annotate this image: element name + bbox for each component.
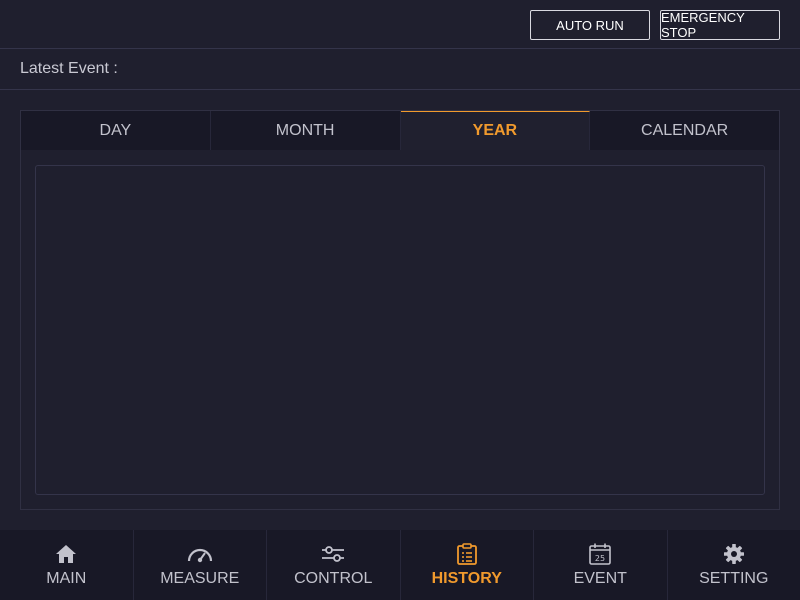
tab-calendar[interactable]: CALENDAR <box>590 111 779 150</box>
gauge-icon <box>187 542 213 566</box>
top-bar: AUTO RUN EMERGENCY STOP <box>0 0 800 49</box>
latest-event-label: Latest Event : <box>20 60 118 77</box>
nav-measure[interactable]: MEASURE <box>134 530 267 600</box>
nav-measure-label: MEASURE <box>160 570 240 587</box>
nav-setting[interactable]: SETTING <box>668 530 800 600</box>
auto-run-button[interactable]: AUTO RUN <box>530 10 650 40</box>
history-panel: DAY MONTH YEAR CALENDAR <box>20 110 780 510</box>
nav-control[interactable]: CONTROL <box>267 530 401 600</box>
gear-icon <box>723 542 745 566</box>
tab-year[interactable]: YEAR <box>400 111 591 150</box>
clipboard-list-icon <box>456 542 478 566</box>
sliders-icon <box>320 542 346 566</box>
period-tabs: DAY MONTH YEAR CALENDAR <box>21 111 779 150</box>
bottom-navigation: MAIN MEASURE CONTROL HISTORY 25 EVENT SE… <box>0 530 800 600</box>
tab-month[interactable]: MONTH <box>211 111 401 150</box>
home-icon <box>55 542 77 566</box>
history-content-area <box>35 165 765 495</box>
tab-day[interactable]: DAY <box>21 111 211 150</box>
nav-main-label: MAIN <box>46 570 87 587</box>
latest-event-row: Latest Event : <box>0 50 800 90</box>
nav-event[interactable]: 25 EVENT <box>534 530 668 600</box>
nav-setting-label: SETTING <box>699 570 769 587</box>
nav-history[interactable]: HISTORY <box>401 530 534 600</box>
calendar-icon-day: 25 <box>595 554 605 563</box>
nav-control-label: CONTROL <box>294 570 373 587</box>
nav-event-label: EVENT <box>573 570 627 587</box>
nav-main[interactable]: MAIN <box>0 530 134 600</box>
calendar-icon: 25 <box>588 542 612 566</box>
emergency-stop-button[interactable]: EMERGENCY STOP <box>660 10 780 40</box>
nav-history-label: HISTORY <box>431 570 502 587</box>
